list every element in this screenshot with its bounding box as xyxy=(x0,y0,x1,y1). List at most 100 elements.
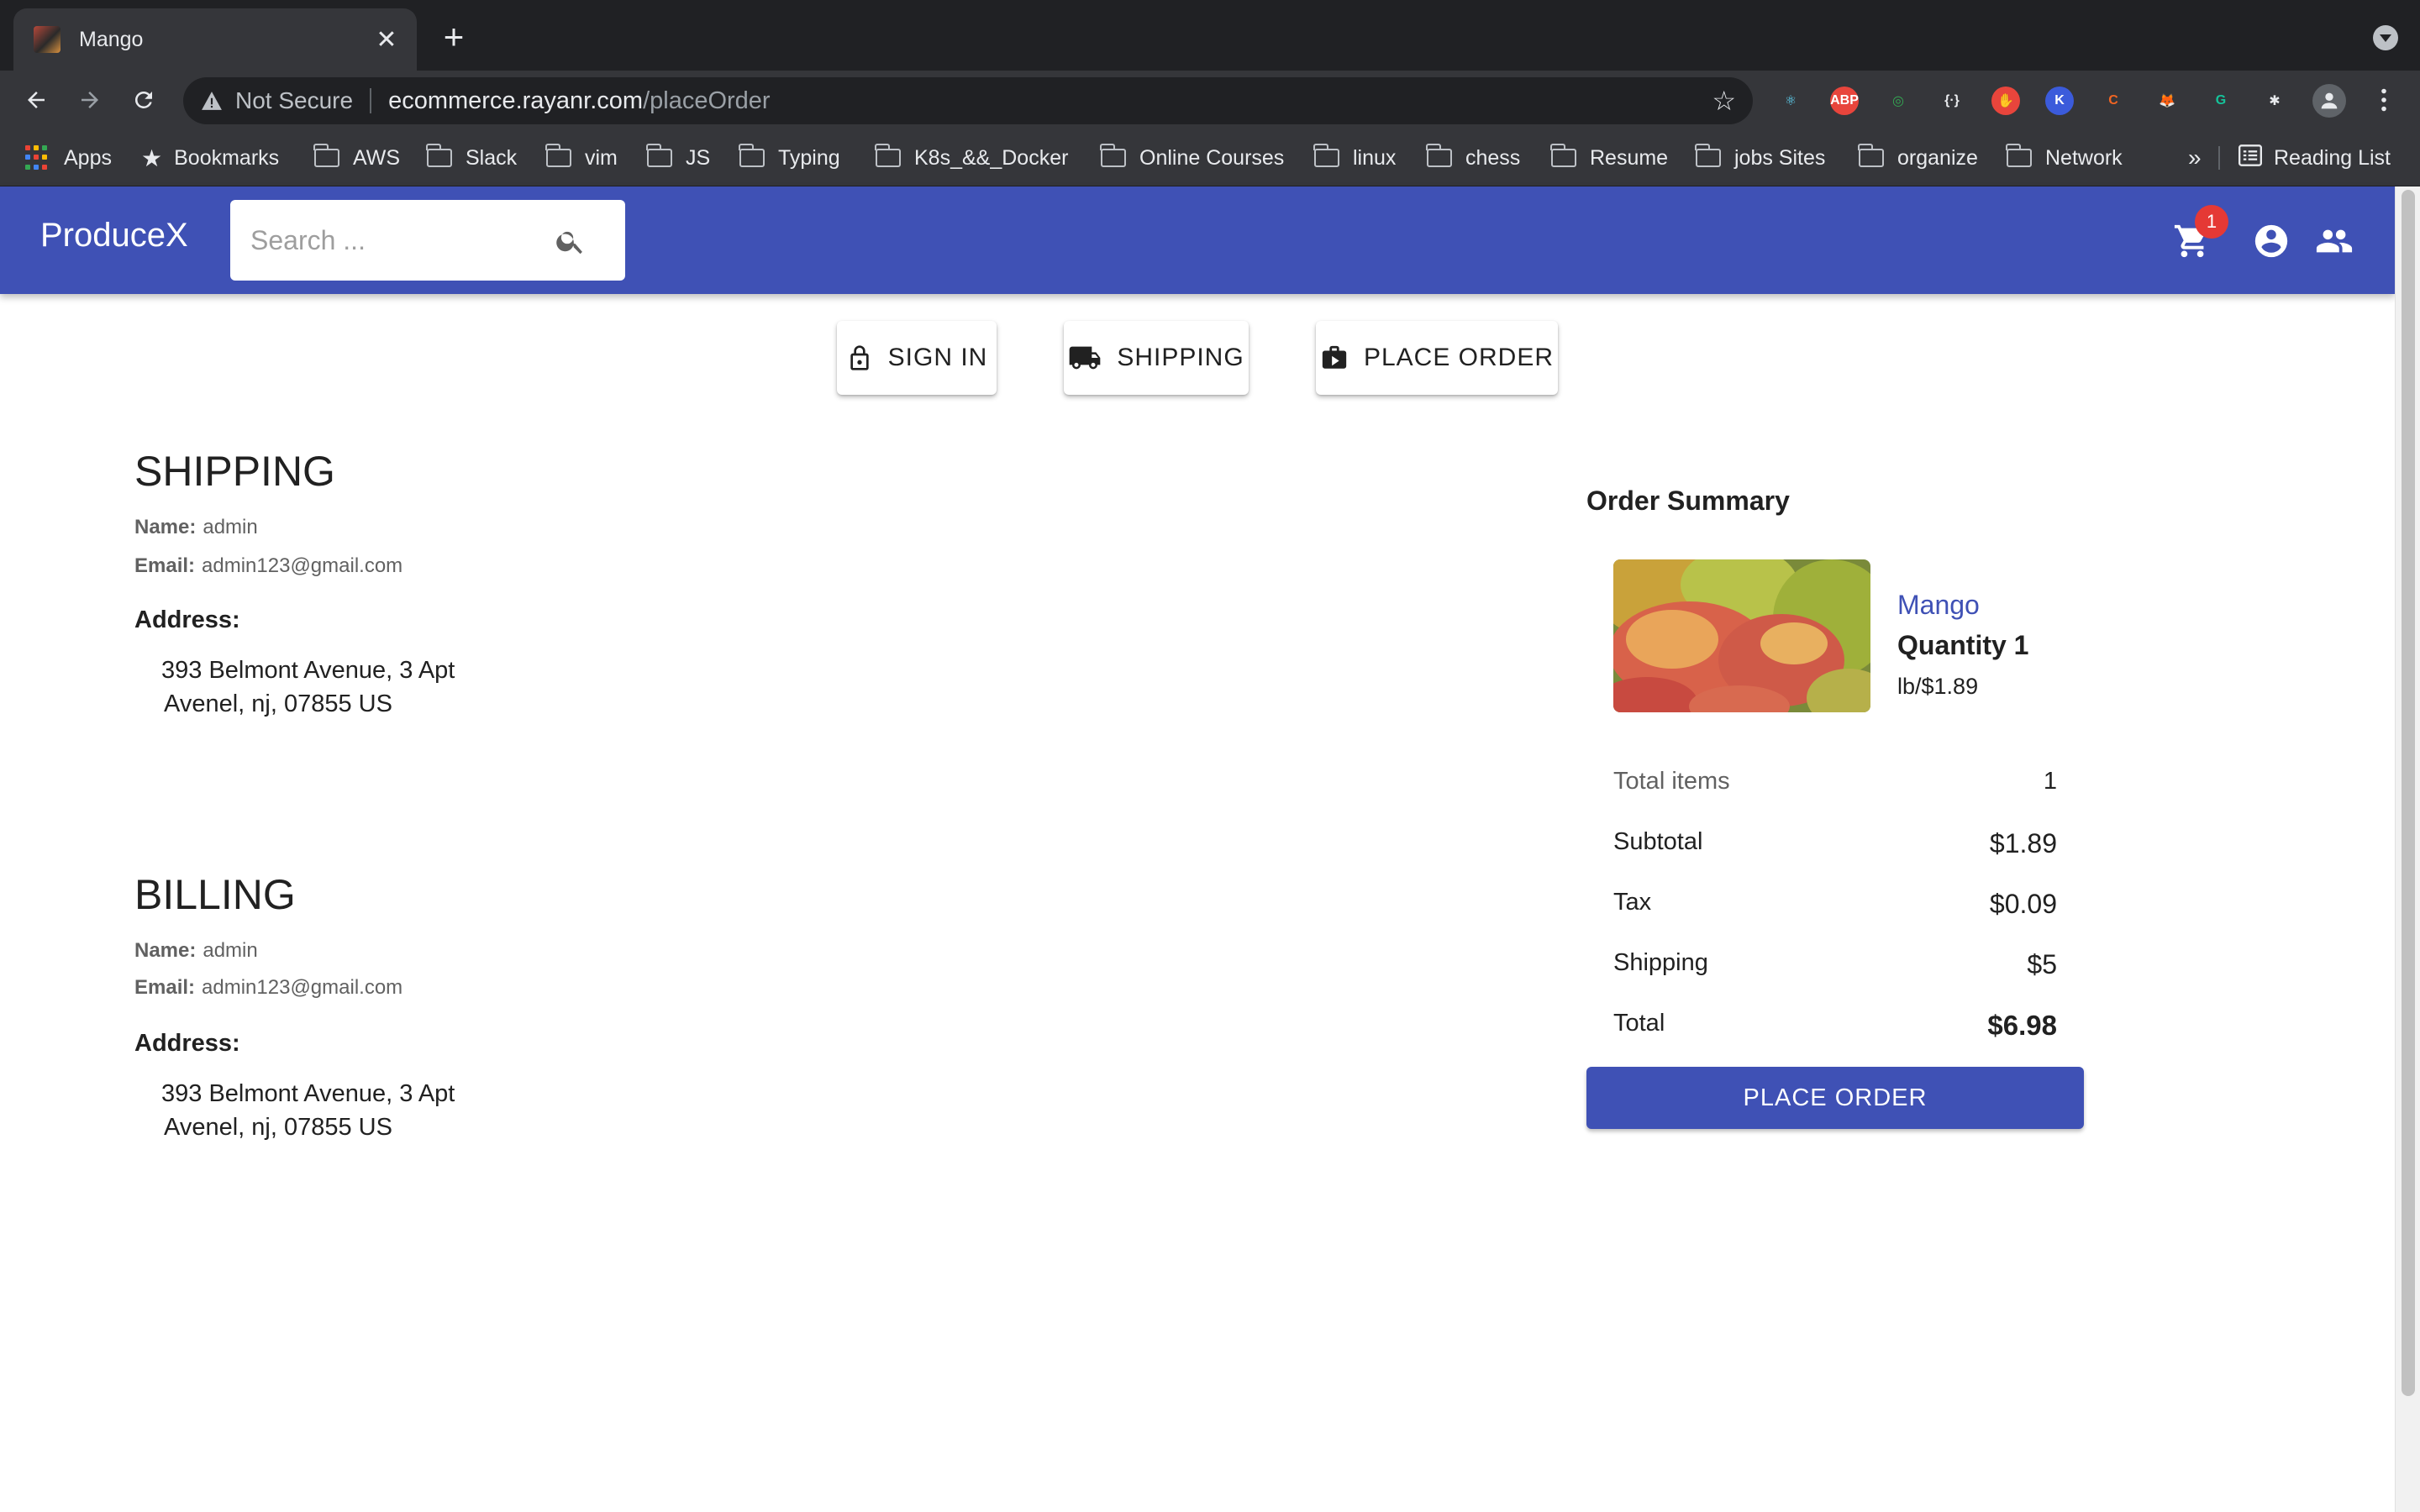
search-icon[interactable] xyxy=(555,225,587,261)
bookmark-label: Resume xyxy=(1590,145,1669,170)
bookmark-label: vim xyxy=(585,145,618,170)
bookmark-folder-resume[interactable]: Resume xyxy=(1550,144,1669,171)
circle-target-icon[interactable]: ◎ xyxy=(1884,87,1912,115)
folder-icon xyxy=(1313,144,1339,167)
place-order-button[interactable]: PLACE ORDER xyxy=(1586,1067,2084,1129)
brand-logo[interactable]: ProduceX xyxy=(40,217,188,255)
account-circle-icon[interactable] xyxy=(2252,222,2291,265)
bookmark-label: Network xyxy=(2045,145,2123,170)
billing-name: Name: admin xyxy=(134,939,258,963)
bookmark-folder-k8s-docker[interactable]: K8s_&&_Docker xyxy=(875,144,1069,171)
grammarly-icon[interactable]: G xyxy=(2207,87,2235,115)
browser-menu-icon[interactable] xyxy=(2365,81,2403,119)
search-box xyxy=(230,200,625,281)
bookmark-label: linux xyxy=(1353,145,1397,170)
folder-icon xyxy=(1858,144,1884,167)
scrollbar-thumb[interactable] xyxy=(2402,190,2415,1396)
shipping-address-line2: Avenel, nj, 07855 US xyxy=(164,690,392,717)
summary-row-shipping: Shipping $5 xyxy=(1613,949,2057,980)
back-arrow-icon[interactable] xyxy=(17,81,55,119)
json-viewer-icon[interactable]: {·} xyxy=(1938,87,1966,115)
bookmark-star-icon[interactable]: ☆ xyxy=(1712,87,1736,114)
folder-icon xyxy=(1100,144,1126,167)
order-summary-heading: Order Summary xyxy=(1586,486,1790,516)
web-page: ProduceX 1 SIGN IN SHIPPING PLACE ORDER … xyxy=(0,186,2395,1512)
c-extension-icon[interactable]: C xyxy=(2099,87,2128,115)
react-devtools-icon[interactable]: ⚛ xyxy=(1776,87,1805,115)
bookmark-label: Online Courses xyxy=(1139,145,1285,170)
billing-heading: BILLING xyxy=(134,871,296,918)
bookmark-folder-organize[interactable]: organize xyxy=(1858,144,1978,171)
people-icon[interactable] xyxy=(2314,222,2354,265)
folder-icon xyxy=(313,144,339,167)
summary-row-total: Total $6.98 xyxy=(1613,1010,2057,1042)
name-label: Name: xyxy=(134,939,197,962)
forward-arrow-icon[interactable] xyxy=(71,81,109,119)
step-sign-in-button[interactable]: SIGN IN xyxy=(837,321,997,395)
lock-icon xyxy=(850,345,869,370)
folder-icon xyxy=(739,144,765,167)
step-label: SIGN IN xyxy=(887,344,988,371)
bookmark-folder-chess[interactable]: chess xyxy=(1426,144,1521,171)
summary-value: $5 xyxy=(2027,949,2057,979)
browser-tab-active[interactable]: Mango ✕ xyxy=(13,8,417,71)
bookmark-folder-linux[interactable]: linux xyxy=(1313,144,1397,171)
summary-row-subtotal: Subtotal $1.89 xyxy=(1613,828,2057,859)
puzzle-extensions-icon[interactable]: ✱ xyxy=(2260,87,2289,115)
bookmark-folder-network[interactable]: Network xyxy=(2006,144,2123,171)
tab-title: Mango xyxy=(79,27,144,51)
bookmark-folder-js[interactable]: JS xyxy=(646,144,711,171)
reading-list[interactable]: Reading List xyxy=(2238,144,2391,171)
bookmarks-overflow-icon[interactable]: » xyxy=(2188,144,2202,171)
new-tab-icon[interactable]: + xyxy=(437,19,471,55)
folder-icon xyxy=(2006,144,2032,167)
page-scrollbar[interactable] xyxy=(2395,186,2420,1512)
summary-row-total-items: Total items 1 xyxy=(1613,768,2057,795)
bookmark-apps[interactable]: Apps xyxy=(25,144,112,171)
bookmark-bookmarks[interactable]: ★ Bookmarks xyxy=(141,144,279,171)
search-input[interactable] xyxy=(250,224,536,256)
step-shipping-button[interactable]: SHIPPING xyxy=(1064,321,1249,395)
billing-email: Email: admin123@gmail.com xyxy=(134,976,402,1000)
metamask-icon[interactable]: 🦊 xyxy=(2153,87,2181,115)
reading-list-icon xyxy=(2238,144,2262,172)
name-label: Name: xyxy=(134,516,197,538)
close-tab-icon[interactable]: ✕ xyxy=(370,25,403,55)
browser-toolbar: Not Secure ecommerce.rayanr.com /placeOr… xyxy=(0,71,2420,129)
bookmark-folder-slack[interactable]: Slack xyxy=(426,144,517,171)
shipping-name: Name: admin xyxy=(134,516,258,539)
bookmark-label: JS xyxy=(686,145,711,170)
bookmark-label: K8s_&&_Docker xyxy=(914,145,1069,170)
bookmarks-bar: Apps ★ Bookmarks AWS Slack vim JS Typing… xyxy=(0,129,2420,186)
red-hand-icon[interactable]: ✋ xyxy=(1991,87,2020,115)
tab-search-icon[interactable] xyxy=(2373,25,2398,50)
shipping-heading: SHIPPING xyxy=(134,448,335,495)
bookmark-folder-online-courses[interactable]: Online Courses xyxy=(1100,144,1285,171)
bookmark-label: AWS xyxy=(353,145,401,170)
bookmark-label: Apps xyxy=(64,145,112,170)
bookmark-folder-vim[interactable]: vim xyxy=(545,144,618,171)
address-bar[interactable]: Not Secure ecommerce.rayanr.com /placeOr… xyxy=(183,77,1753,124)
warning-triangle-icon xyxy=(200,89,224,113)
reload-icon[interactable] xyxy=(124,81,163,119)
mango-favicon-icon xyxy=(34,26,60,53)
product-quantity: Quantity 1 xyxy=(1897,630,2029,660)
bookmark-folder-typing[interactable]: Typing xyxy=(739,144,840,171)
mango-product-image[interactable] xyxy=(1613,559,1870,712)
url-path: /placeOrder xyxy=(643,87,771,114)
folder-icon xyxy=(646,144,672,167)
k-extension-icon[interactable]: K xyxy=(2045,87,2074,115)
folder-icon xyxy=(1550,144,1576,167)
profile-avatar-icon[interactable] xyxy=(2312,84,2346,118)
billing-address-label: Address: xyxy=(134,1030,240,1057)
bookmark-folder-aws[interactable]: AWS xyxy=(313,144,401,171)
bookmark-folder-jobs-sites[interactable]: jobs Sites xyxy=(1695,144,1825,171)
security-label[interactable]: Not Secure xyxy=(235,87,353,114)
product-name-link[interactable]: Mango xyxy=(1897,590,1980,621)
bookmark-label: chess xyxy=(1465,145,1521,170)
email-label: Email: xyxy=(134,554,196,577)
step-place-order-button[interactable]: PLACE ORDER xyxy=(1316,321,1558,395)
bookmark-label: Bookmarks xyxy=(174,145,280,170)
adblock-icon[interactable]: ABP xyxy=(1830,87,1859,115)
step-label: PLACE ORDER xyxy=(1363,344,1555,371)
